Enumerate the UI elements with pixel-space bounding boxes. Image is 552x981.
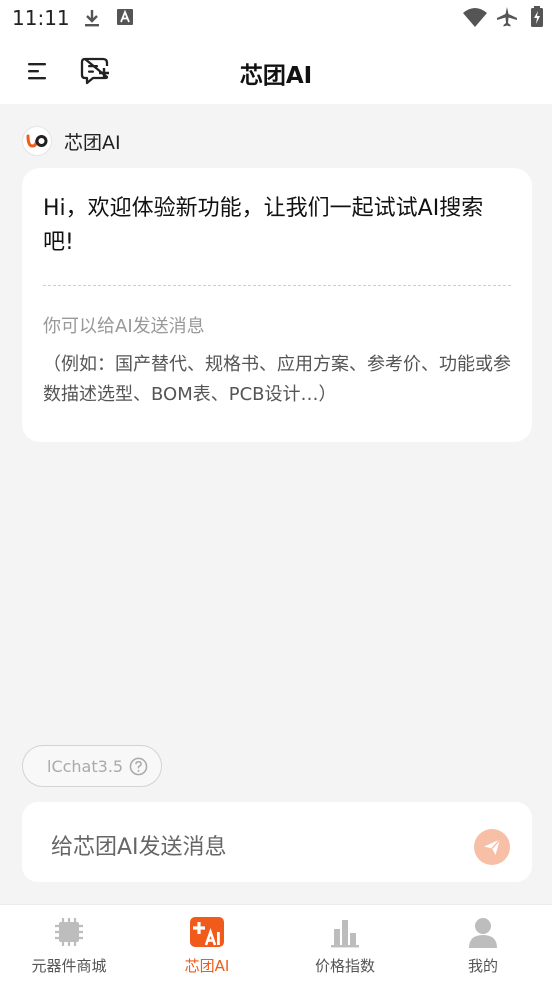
page-title: 芯团AI	[239, 63, 313, 89]
user-icon	[469, 918, 497, 948]
hint-title: 你可以给AI发送消息	[43, 316, 205, 337]
status-bar: 11:11	[0, 0, 552, 36]
airplane-icon	[496, 6, 518, 32]
model-selector[interactable]: lCchat3.5	[22, 745, 162, 787]
greeting-text: Hi，欢迎体验新功能，让我们一起试试AI搜索吧!	[43, 196, 484, 255]
chip-icon	[55, 918, 83, 946]
status-time: 11:11	[12, 6, 70, 30]
download-icon	[82, 8, 102, 32]
bottom-tab-bar: 元器件商城 芯团AI 价格指数 我的	[0, 904, 552, 981]
message-input[interactable]: 给芯团AI发送消息	[22, 802, 532, 882]
tab-profile[interactable]: 我的	[414, 905, 552, 981]
divider	[43, 285, 511, 286]
brand-logo-icon	[26, 134, 48, 148]
tab-label: 价格指数	[314, 957, 375, 975]
bot-identity: 芯团AI	[22, 126, 121, 156]
send-icon	[484, 839, 501, 855]
bot-avatar	[22, 126, 52, 156]
font-a-icon	[116, 8, 134, 30]
bar-chart-icon	[331, 920, 359, 948]
tab-price-index[interactable]: 价格指数	[276, 905, 414, 981]
help-icon[interactable]	[129, 757, 148, 776]
message-input-placeholder: 给芯团AI发送消息	[51, 835, 227, 860]
bot-name: 芯团AI	[64, 131, 121, 154]
tab-ai[interactable]: 芯团AI	[138, 905, 276, 981]
app-header: 芯团AI	[0, 36, 552, 104]
ai-plus-icon	[190, 917, 224, 947]
tab-label: 芯团AI	[184, 957, 230, 975]
tab-component-store[interactable]: 元器件商城	[0, 905, 138, 981]
send-button[interactable]	[474, 829, 510, 865]
welcome-message-card: Hi，欢迎体验新功能，让我们一起试试AI搜索吧! 你可以给AI发送消息 （例如：…	[22, 168, 532, 442]
tab-label: 元器件商城	[31, 957, 107, 975]
tab-label: 我的	[467, 957, 498, 975]
hint-examples: （例如：国产替代、规格书、应用方案、参考价、功能或参数描述选型、BOM表、PCB…	[43, 354, 511, 405]
battery-icon	[530, 6, 544, 32]
model-label: lCchat3.5	[47, 756, 124, 776]
wifi-icon	[462, 6, 488, 32]
